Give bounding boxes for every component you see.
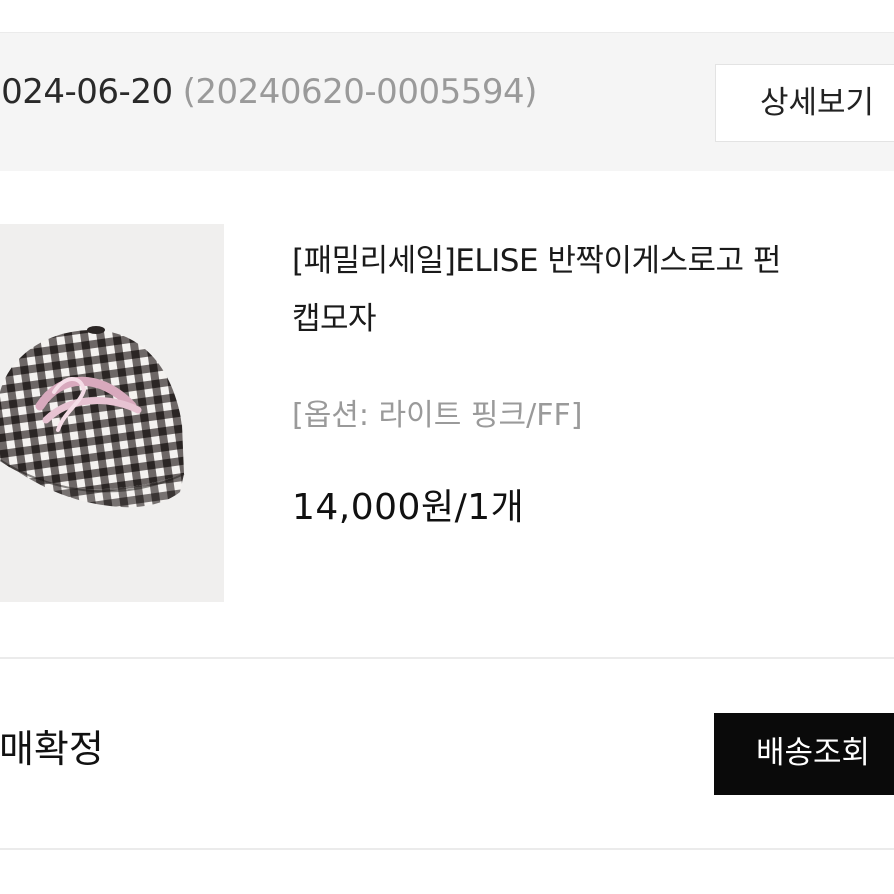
product-price: 14,000원/1개 [292,487,525,528]
order-date-line: 2024-06-20(20240620-0005594) [0,72,537,112]
order-status: 구매확정 [0,727,104,771]
product-option: [옵션: 라이트 핑크/FF] [292,398,583,433]
order-number: (20240620-0005594) [182,72,538,112]
top-strip [0,0,894,32]
bottom-divider [0,848,894,850]
gingham-cap-image [0,224,224,602]
product-name-line2: 캡모자 [292,301,377,337]
product-name[interactable]: [패밀리세일]ELISE 반짝이게스로고 펀 캡모자 [292,232,894,348]
order-date: 2024-06-20 [0,72,173,112]
section-divider [0,657,894,659]
product-image[interactable] [0,224,224,602]
delivery-tracking-button[interactable]: 배송조회 [714,713,894,795]
product-name-line1: [패밀리세일]ELISE 반짝이게스로고 펀 [292,243,781,279]
view-detail-button[interactable]: 상세보기 [715,64,894,142]
